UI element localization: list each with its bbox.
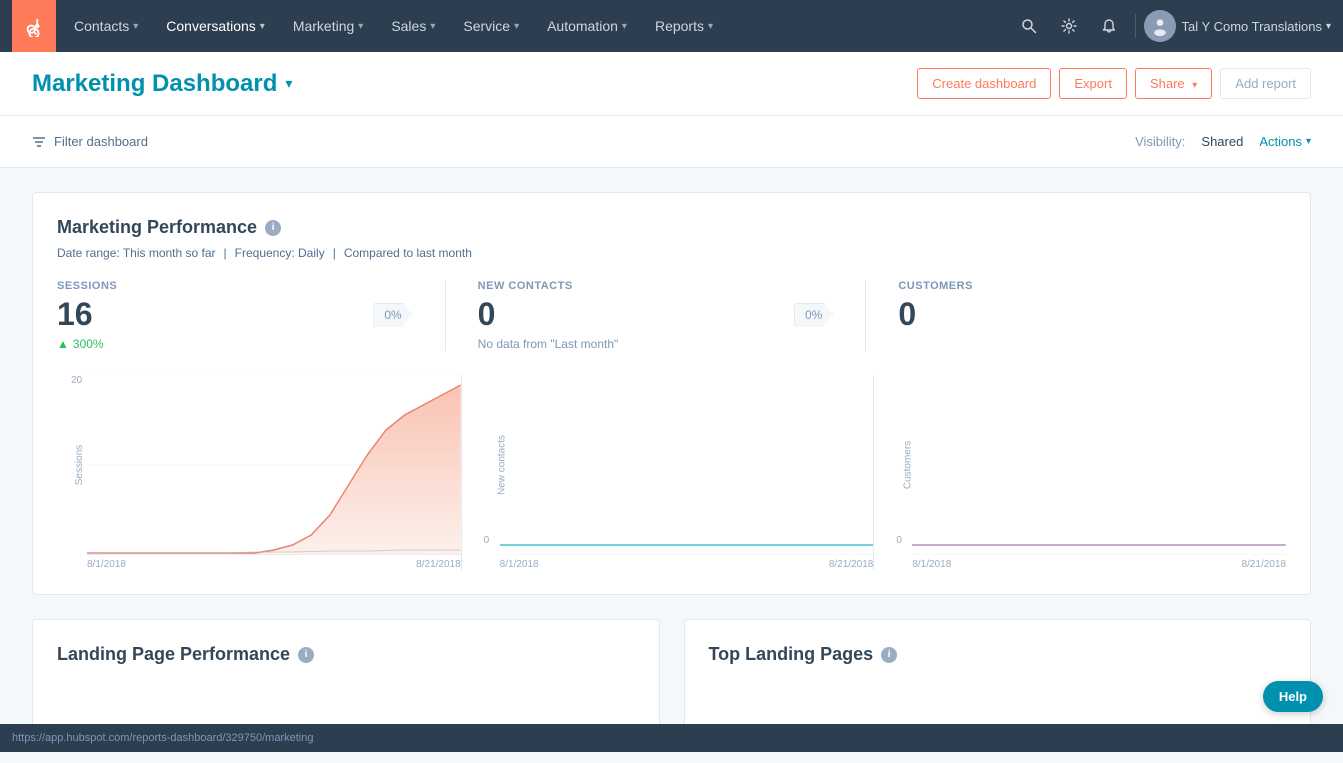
nav-automation[interactable]: Automation ▾ bbox=[533, 0, 641, 52]
bottom-row: Landing Page Performance i Top Landing P… bbox=[32, 619, 1311, 739]
filter-bar: Filter dashboard Visibility: Shared Acti… bbox=[0, 116, 1343, 168]
share-button[interactable]: Share ▾ bbox=[1135, 68, 1212, 99]
card-title-marketing-performance: Marketing Performance i bbox=[57, 217, 1286, 238]
status-bar: https://app.hubspot.com/reports-dashboar… bbox=[0, 724, 1343, 752]
metrics-row: SESSIONS 16 0% ▲ 300% NEW CONTACTS 0 0% … bbox=[57, 280, 1286, 351]
actions-button[interactable]: Actions ▾ bbox=[1259, 134, 1311, 149]
dashboard-dropdown-icon[interactable]: ▾ bbox=[285, 75, 292, 92]
top-landing-info-icon[interactable]: i bbox=[881, 647, 897, 663]
sessions-chart: Sessions 20 bbox=[57, 375, 461, 570]
help-button[interactable]: Help bbox=[1263, 681, 1323, 712]
nav-contacts[interactable]: Contacts ▾ bbox=[60, 0, 152, 52]
customers-y-zero: 0 bbox=[896, 535, 902, 546]
user-avatar bbox=[1144, 10, 1176, 42]
contacts-chevron-icon: ▾ bbox=[133, 21, 138, 32]
nav-divider bbox=[1135, 14, 1136, 38]
customers-svg bbox=[912, 375, 1286, 555]
sessions-y-axis: 20 bbox=[71, 375, 82, 551]
sessions-metric: SESSIONS 16 0% ▲ 300% bbox=[57, 280, 445, 351]
new-contacts-metric: NEW CONTACTS 0 0% No data from "Last mon… bbox=[445, 280, 866, 351]
filter-dashboard-button[interactable]: Filter dashboard bbox=[32, 134, 148, 149]
filter-right-group: Visibility: Shared Actions ▾ bbox=[1135, 134, 1311, 149]
settings-button[interactable] bbox=[1051, 8, 1087, 44]
sessions-svg bbox=[87, 375, 461, 555]
sales-chevron-icon: ▾ bbox=[430, 21, 435, 32]
date-range-bar: Date range: This month so far | Frequenc… bbox=[57, 246, 1286, 260]
charts-row: Sessions 20 bbox=[57, 375, 1286, 570]
marketing-chevron-icon: ▾ bbox=[358, 21, 363, 32]
create-dashboard-button[interactable]: Create dashboard bbox=[917, 68, 1051, 99]
main-content: Marketing Performance i Date range: This… bbox=[0, 168, 1343, 763]
notifications-button[interactable] bbox=[1091, 8, 1127, 44]
topnav-icon-group bbox=[1011, 8, 1127, 44]
hubspot-logo[interactable] bbox=[12, 0, 56, 52]
reports-chevron-icon: ▾ bbox=[708, 21, 713, 32]
new-contacts-svg bbox=[500, 375, 874, 555]
nav-service[interactable]: Service ▾ bbox=[449, 0, 533, 52]
nav-conversations[interactable]: Conversations ▾ bbox=[152, 0, 279, 52]
sessions-change: ▲ 300% bbox=[57, 337, 413, 351]
status-url: https://app.hubspot.com/reports-dashboar… bbox=[12, 732, 313, 744]
actions-chevron-icon: ▾ bbox=[1306, 136, 1311, 147]
user-menu[interactable]: Tal Y Como Translations ▾ bbox=[1182, 19, 1331, 34]
sessions-x-axis: 8/1/2018 8/21/2018 bbox=[87, 559, 461, 570]
header-actions: Create dashboard Export Share ▾ Add repo… bbox=[917, 68, 1311, 99]
top-landing-pages-card: Top Landing Pages i bbox=[684, 619, 1312, 739]
new-contacts-x-axis: 8/1/2018 8/21/2018 bbox=[500, 559, 874, 570]
customers-x-axis: 8/1/2018 8/21/2018 bbox=[912, 559, 1286, 570]
service-chevron-icon: ▾ bbox=[514, 21, 519, 32]
export-button[interactable]: Export bbox=[1059, 68, 1127, 99]
filter-icon bbox=[32, 135, 46, 149]
automation-chevron-icon: ▾ bbox=[622, 21, 627, 32]
customers-metric: CUSTOMERS 0 bbox=[865, 280, 1286, 351]
marketing-performance-card: Marketing Performance i Date range: This… bbox=[32, 192, 1311, 595]
page-title-group: Marketing Dashboard ▾ bbox=[32, 70, 292, 98]
nav-sales[interactable]: Sales ▾ bbox=[377, 0, 449, 52]
search-button[interactable] bbox=[1011, 8, 1047, 44]
page-header: Marketing Dashboard ▾ Create dashboard E… bbox=[0, 52, 1343, 116]
top-navigation: Contacts ▾ Conversations ▾ Marketing ▾ S… bbox=[0, 0, 1343, 52]
user-chevron-icon: ▾ bbox=[1326, 21, 1331, 32]
conversations-chevron-icon: ▾ bbox=[260, 21, 265, 32]
new-contacts-y-zero: 0 bbox=[484, 535, 490, 546]
nav-reports[interactable]: Reports ▾ bbox=[641, 0, 727, 52]
page-title: Marketing Dashboard bbox=[32, 70, 277, 98]
marketing-performance-info-icon[interactable]: i bbox=[265, 220, 281, 236]
sessions-up-arrow-icon: ▲ bbox=[57, 337, 69, 351]
new-contacts-chart: New contacts 0 8/1/2018 8/21/2018 bbox=[461, 375, 874, 570]
landing-page-performance-card: Landing Page Performance i bbox=[32, 619, 660, 739]
landing-page-info-icon[interactable]: i bbox=[298, 647, 314, 663]
customers-chart: Customers 0 8/1/2018 8/21/2018 bbox=[873, 375, 1286, 570]
nav-marketing[interactable]: Marketing ▾ bbox=[279, 0, 378, 52]
add-report-button: Add report bbox=[1220, 68, 1311, 99]
share-chevron-icon: ▾ bbox=[1192, 80, 1197, 91]
